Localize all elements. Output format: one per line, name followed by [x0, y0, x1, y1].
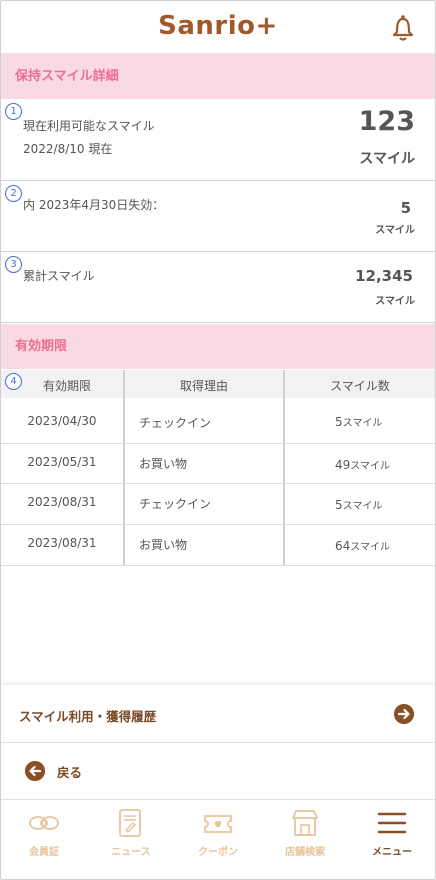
table-cell-reason: お買い物 — [139, 538, 188, 552]
available-smile-unit: スマイル — [359, 151, 415, 167]
marker-4: 4 — [5, 373, 22, 390]
tab-coupon[interactable]: クーポン — [175, 800, 261, 879]
bottom-actions: スマイル利用・獲得履歴 戻る — [1, 685, 435, 799]
expiring-smile-unit: スマイル — [375, 225, 415, 236]
as-of-date: 2022/8/10 現在 — [23, 142, 113, 156]
tab-label: ニュース — [111, 847, 151, 858]
total-smile-unit: スマイル — [375, 296, 415, 307]
tab-label: クーポン — [198, 847, 238, 858]
store-icon — [292, 810, 318, 836]
available-smile-label: 現在利用可能なスマイル — [23, 119, 155, 133]
expiring-smile-label: 内 2023年4月30日失効： — [23, 198, 165, 212]
tab-news[interactable]: ニュース — [88, 800, 174, 879]
marker-1: 1 — [5, 103, 22, 120]
col-header-reason: 取得理由 — [179, 379, 228, 393]
history-link-label: スマイル利用・獲得履歴 — [19, 709, 157, 724]
bell-icon[interactable] — [389, 12, 417, 42]
table-cell-reason: チェックイン — [139, 497, 212, 511]
table-header: 有効期限 取得理由 スマイル数 — [1, 370, 435, 398]
tab-store-search[interactable]: 店舗検索 — [262, 800, 348, 879]
column-divider — [123, 370, 125, 565]
section-header-smile-details: 保持スマイル詳細 — [1, 54, 435, 99]
section-header-expiry: 有効期限 — [1, 324, 435, 369]
marker-3: 3 — [5, 256, 22, 273]
table-cell-count: 49スマイル — [335, 458, 390, 472]
tab-membership-card[interactable]: 会員証 — [1, 800, 87, 879]
expiring-smile-value: 5 — [400, 199, 411, 217]
table-cell-reason: チェックイン — [139, 416, 212, 430]
marker-2: 2 — [5, 185, 22, 202]
total-smile-row: 3 累計スマイル 12,345 スマイル — [1, 253, 435, 323]
table-cell-date: 2023/08/31 — [27, 536, 97, 550]
arrow-left-icon — [25, 761, 45, 781]
table-cell-count: 5スマイル — [335, 415, 383, 429]
tab-label: 会員証 — [29, 847, 59, 858]
app-logo: Sanrio+ — [158, 11, 278, 41]
tab-label: 店舗検索 — [285, 847, 325, 858]
back-label: 戻る — [57, 765, 83, 780]
tab-label: メニュー — [372, 847, 412, 858]
tab-bar: 会員証 ニュース クーポン 店舗検索 メニュー — [1, 799, 435, 879]
row-divider — [1, 565, 435, 566]
row-divider — [1, 483, 435, 484]
app-frame: Sanrio+ 保持スマイル詳細 1 現在利用可能なスマイル 2022/8/10… — [0, 0, 436, 880]
table-cell-count: 64スマイル — [335, 539, 390, 553]
arrow-right-icon — [394, 704, 414, 724]
total-smile-value: 12,345 — [355, 267, 413, 285]
col-header-count: スマイル数 — [330, 379, 390, 393]
row-divider — [1, 524, 435, 525]
back-button[interactable]: 戻る — [1, 743, 435, 799]
table-cell-reason: お買い物 — [139, 457, 188, 471]
table-cell-date: 2023/05/31 — [27, 455, 97, 469]
coupon-icon — [204, 815, 232, 833]
tab-menu[interactable]: メニュー — [349, 800, 435, 879]
table-cell-count: 5スマイル — [335, 498, 383, 512]
history-link[interactable]: スマイル利用・獲得履歴 — [1, 685, 435, 743]
table-cell-date: 2023/08/31 — [27, 495, 97, 509]
news-icon — [119, 809, 141, 837]
app-header: Sanrio+ — [1, 1, 435, 54]
menu-icon — [377, 812, 407, 834]
ribbon-card-icon — [29, 816, 59, 830]
table-cell-date: 2023/04/30 — [27, 414, 97, 428]
available-smile-row: 1 現在利用可能なスマイル 2022/8/10 現在 123 スマイル — [1, 100, 435, 181]
available-smile-value: 123 — [358, 106, 415, 137]
column-divider — [283, 370, 285, 565]
expiring-smile-row: 2 内 2023年4月30日失効： 5 スマイル — [1, 182, 435, 252]
row-divider — [1, 443, 435, 444]
total-smile-label: 累計スマイル — [23, 269, 95, 283]
